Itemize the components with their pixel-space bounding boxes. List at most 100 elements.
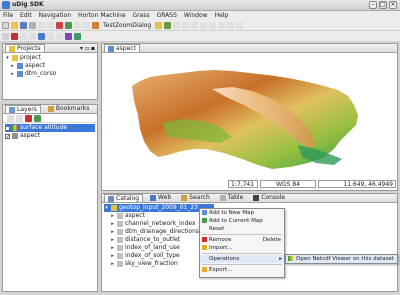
menu-item-open-netcdf-viewer[interactable]: Open Netcdf Viewer on this dataset (286, 255, 397, 263)
project-tree-item[interactable]: ▾ project (5, 54, 95, 62)
arrow-icon[interactable] (20, 32, 27, 40)
tab-console[interactable]: Console (250, 194, 288, 202)
collapse-icon[interactable]: ▸ (10, 62, 15, 70)
stop-icon[interactable] (56, 21, 63, 29)
layer-visibility-checkbox[interactable]: ✓ (5, 125, 10, 131)
undo-icon[interactable] (38, 21, 45, 29)
title-bar: uDig SDK – □ × (0, 0, 400, 11)
folder-icon[interactable] (155, 21, 163, 29)
tool-icon[interactable] (92, 21, 99, 29)
pan-icon[interactable] (182, 21, 190, 29)
tab-search[interactable]: Search (178, 194, 213, 202)
layer-remove-icon[interactable] (25, 115, 32, 122)
nav-forward-icon[interactable] (56, 32, 63, 40)
menu-item-reset[interactable]: Reset (200, 225, 284, 233)
project-tree-item[interactable]: ▸ dtm_corso (5, 70, 95, 78)
tab-search-label: Search (189, 194, 210, 201)
export-icon (202, 267, 207, 272)
menu-item-remove[interactable]: Remove Delete (200, 236, 284, 244)
project-tree-item[interactable]: ▸ aspect (5, 62, 95, 70)
menu-item-import[interactable]: Import... (200, 244, 284, 252)
menu-horton-machine[interactable]: Horton Machine (78, 12, 126, 19)
select-icon[interactable] (173, 21, 181, 29)
menu-item-label: Add to New Map (209, 210, 255, 216)
redo-icon[interactable] (47, 21, 54, 29)
map-panel: aspect (101, 43, 398, 191)
scale-field[interactable]: 1:7,741 (228, 180, 258, 188)
menu-grass[interactable]: Grass (133, 12, 150, 19)
catalog-item-label: dtm_drainage_directions (125, 228, 200, 235)
close-icon[interactable]: × (389, 1, 397, 9)
collapse-icon[interactable]: ▸ (110, 236, 115, 244)
layer-item[interactable]: ✓ surface altitude (5, 124, 95, 132)
collapse-icon[interactable]: ▸ (110, 220, 115, 228)
map-canvas[interactable] (102, 53, 397, 180)
expand-icon[interactable]: ▾ (104, 204, 109, 212)
plugin-icon[interactable] (65, 32, 72, 40)
layer-visibility-checkbox[interactable]: ✓ (5, 133, 10, 139)
menu-file[interactable]: File (3, 12, 13, 19)
test-zoom-dialog-button[interactable]: TestZoomDialog (101, 22, 153, 29)
minimize-icon[interactable]: – (369, 1, 377, 9)
globe-icon[interactable] (38, 32, 45, 40)
menu-item-add-to-new-map[interactable]: Add to New Map (200, 209, 284, 217)
add-icon (202, 218, 207, 223)
back-icon[interactable] (74, 21, 81, 29)
nav-back-icon[interactable] (47, 32, 54, 40)
catalog-item[interactable]: ▾ geotop_input_2009_01_23 (104, 204, 214, 212)
tab-table[interactable]: Table (217, 194, 247, 202)
crs-field[interactable]: WGS 84 (260, 180, 316, 188)
menu-item-label: Add to Current Map (209, 218, 263, 224)
menu-edit[interactable]: Edit (20, 12, 32, 19)
menu-item-export[interactable]: Export... (200, 266, 284, 274)
layer-item[interactable]: ✓ aspect (5, 132, 95, 140)
map-icon[interactable] (2, 32, 9, 40)
console-icon (253, 195, 260, 201)
save-icon[interactable] (20, 21, 27, 29)
forward-icon[interactable] (83, 21, 90, 29)
tab-bookmarks[interactable]: Bookmarks (45, 105, 93, 113)
tab-web[interactable]: Web (147, 194, 174, 202)
tab-map[interactable]: aspect (104, 44, 140, 52)
collapse-icon[interactable]: ▸ (110, 244, 115, 252)
tab-projects[interactable]: Projects (5, 44, 45, 52)
layer-add-icon[interactable] (34, 115, 41, 122)
grid-icon[interactable] (74, 32, 81, 40)
view-menu-icon[interactable]: ▾ ▫ ▪ (80, 45, 95, 52)
zoom-out-icon[interactable] (200, 21, 208, 29)
menu-help[interactable]: Help (215, 12, 229, 19)
collapse-icon[interactable]: ▸ (110, 228, 115, 236)
maximize-icon[interactable]: □ (379, 1, 387, 9)
info-icon[interactable] (218, 21, 226, 29)
layer-down-icon[interactable] (16, 115, 23, 122)
menu-window[interactable]: Window (184, 12, 208, 19)
measure-icon[interactable] (227, 21, 235, 29)
edit-icon[interactable] (236, 21, 244, 29)
remove-icon[interactable] (11, 32, 18, 40)
menu-separator (202, 253, 282, 254)
zoom-extent-icon[interactable] (209, 21, 217, 29)
hand-icon[interactable] (29, 32, 36, 40)
run-icon[interactable] (65, 21, 72, 29)
main-toolbar: TestZoomDialog (0, 20, 400, 31)
zoom-in-icon[interactable] (191, 21, 199, 29)
tab-catalog[interactable]: Catalog (104, 194, 144, 202)
collapse-icon[interactable]: ▸ (110, 260, 115, 268)
layers-icon (9, 106, 15, 113)
collapse-icon[interactable]: ▸ (10, 70, 15, 78)
tab-layers[interactable]: Layers (5, 105, 41, 113)
menu-grass-upper[interactable]: GRASS (157, 12, 177, 19)
menu-item-operations[interactable]: Operations ▸ (200, 255, 284, 263)
layer-up-icon[interactable] (7, 115, 14, 122)
open-icon[interactable] (11, 21, 18, 29)
new-icon[interactable] (2, 21, 9, 29)
collapse-icon[interactable]: ▸ (110, 252, 115, 260)
catalog-item-label: index_of_soil_type (125, 252, 180, 259)
collapse-icon[interactable]: ▸ (110, 212, 115, 220)
menu-item-add-to-current-map[interactable]: Add to Current Map (200, 217, 284, 225)
menu-navigation[interactable]: Navigation (39, 12, 71, 19)
print-icon[interactable] (29, 21, 36, 29)
catalog-item-label: channel_network_index (125, 220, 196, 227)
expand-icon[interactable]: ▾ (5, 54, 10, 62)
layer-icon[interactable] (164, 21, 172, 29)
